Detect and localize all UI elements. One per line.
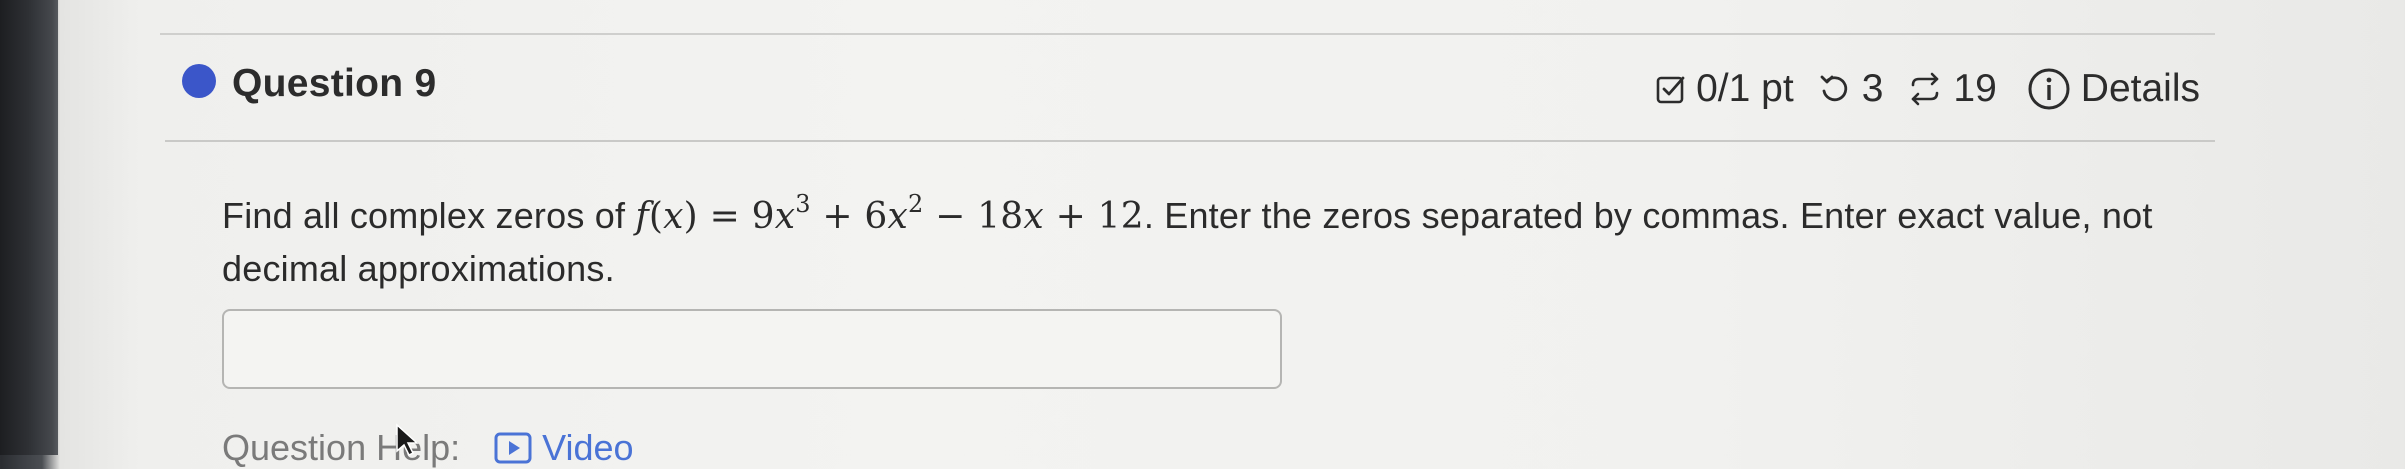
minus-sign: − (935, 196, 966, 237)
details-button[interactable]: Details (2027, 67, 2200, 111)
submissions-indicator: 19 (1907, 67, 1997, 111)
term2-variable: x (887, 196, 909, 237)
play-icon (494, 432, 532, 464)
header-divider (165, 140, 2215, 142)
question-prompt: Find all complex zeros of f(x) = 9x3 + 6… (222, 190, 2182, 295)
checkbox-icon (1656, 76, 1685, 104)
score-indicator: 0/1 pt (1656, 67, 1794, 111)
function-expression: f(x) = 9x3 + 6x2 − 18x + 12 (635, 190, 1144, 237)
attempts-value: 3 (1861, 67, 1884, 110)
question-header: Question 9 0/1 pt 3 19 Details (180, 55, 2210, 125)
constant-term: 12 (1097, 196, 1144, 237)
equals-sign: = (709, 196, 740, 237)
term2-coefficient: 6 (864, 196, 888, 237)
term2-exponent: 2 (908, 190, 924, 218)
answer-input[interactable] (222, 309, 1282, 389)
submissions-value: 19 (1953, 67, 1997, 110)
attempts-indicator: 3 (1818, 67, 1884, 111)
question-meta: 0/1 pt 3 19 Details (1632, 65, 2200, 113)
info-icon (2028, 68, 2070, 110)
function-variable: x (663, 196, 684, 237)
mouse-cursor-icon (396, 423, 419, 457)
score-value: 0/1 pt (1696, 67, 1794, 110)
status-dot-icon (182, 64, 216, 98)
term3-coefficient: 18 (977, 196, 1024, 237)
help-label: Question Help: (222, 427, 461, 468)
prompt-lead: Find all complex zeros of (222, 195, 626, 236)
term1-exponent: 3 (795, 190, 811, 218)
video-link[interactable]: Video (494, 427, 634, 469)
plus-sign-1: + (822, 196, 853, 237)
question-title: Question 9 (232, 62, 437, 105)
undo-icon (1820, 75, 1847, 102)
term1-coefficient: 9 (751, 196, 775, 237)
repeat-icon (1912, 72, 1939, 106)
video-label: Video (542, 427, 634, 468)
top-divider (160, 33, 2215, 35)
screen-bezel (0, 0, 58, 455)
term1-variable: x (774, 196, 796, 237)
plus-sign-2: + (1055, 196, 1086, 237)
details-label: Details (2080, 67, 2200, 110)
term3-variable: x (1023, 196, 1044, 237)
function-name: f (635, 196, 649, 237)
question-help: Question Help: Video (222, 427, 634, 469)
